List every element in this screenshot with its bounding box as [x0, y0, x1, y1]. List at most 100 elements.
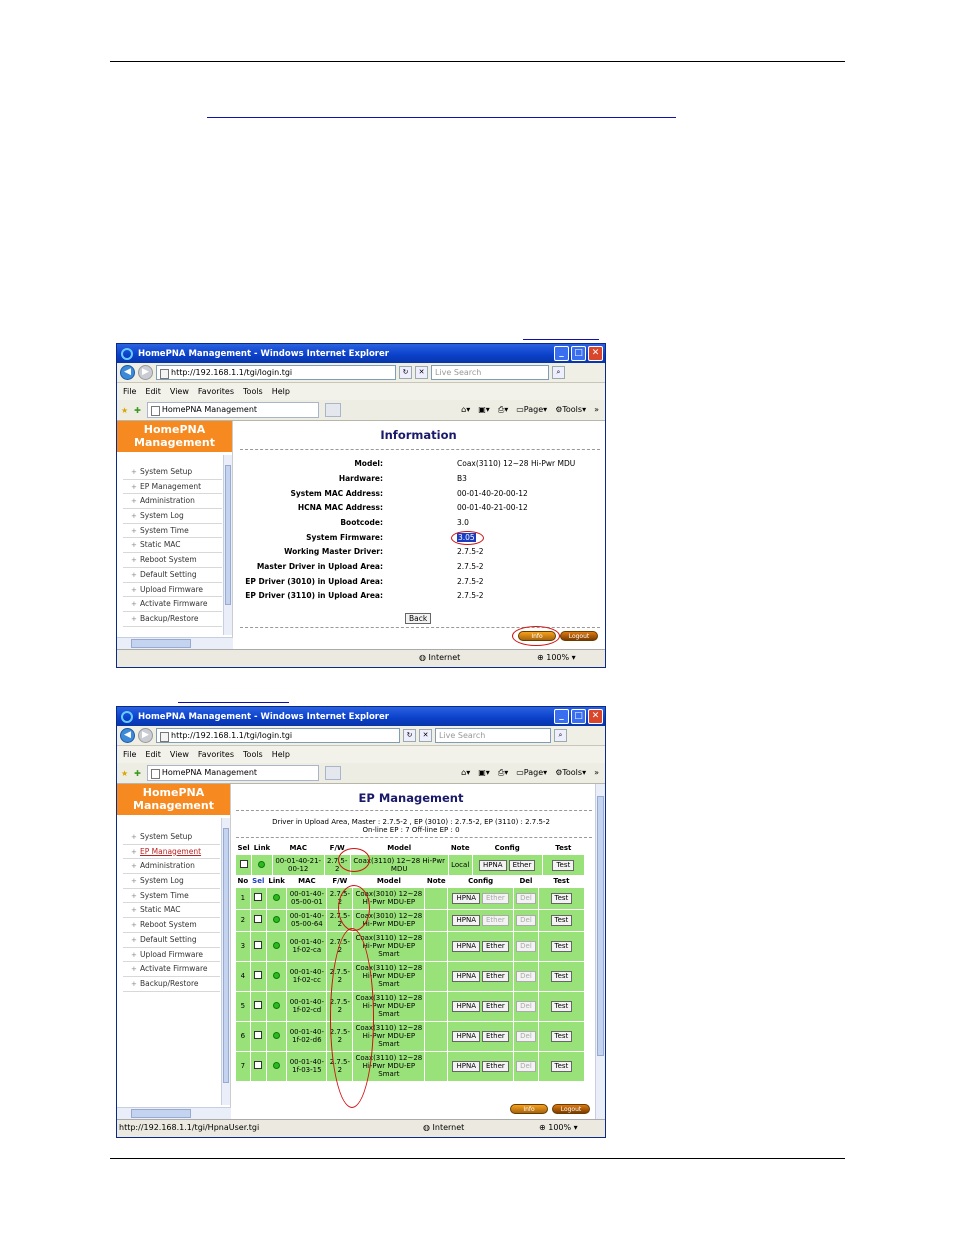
sidebar-hscrollbar[interactable]: [117, 1107, 231, 1119]
test-button[interactable]: Test: [550, 914, 573, 926]
hpna-config-button[interactable]: HPNA: [452, 1000, 480, 1012]
sidebar-item-system-log[interactable]: System Log: [123, 509, 222, 524]
sidebar-item-system-setup[interactable]: System Setup: [123, 465, 222, 480]
home-icon[interactable]: ⌂▾: [461, 405, 470, 415]
ether-config-button[interactable]: Ether: [482, 940, 509, 952]
page-menu[interactable]: ▭Page▾: [516, 405, 547, 415]
select-checkbox[interactable]: [254, 1001, 263, 1009]
sidebar-item-ep-management[interactable]: EP Management: [123, 480, 222, 495]
forward-arrow-icon[interactable]: ▶: [138, 365, 153, 380]
refresh-icon[interactable]: ↻: [399, 366, 412, 379]
hpna-config-button[interactable]: HPNA: [452, 1030, 480, 1042]
hpna-config-button[interactable]: HPNA: [452, 1060, 480, 1072]
sidebar-item-ep-management[interactable]: EP Management: [123, 845, 220, 860]
delete-button[interactable]: Del: [516, 970, 536, 982]
favorites-star-icon[interactable]: ★: [121, 406, 128, 415]
menu-help[interactable]: Help: [272, 387, 290, 396]
ether-config-button[interactable]: Ether: [482, 970, 509, 982]
ether-config-button[interactable]: Ether: [482, 1000, 509, 1012]
hpna-config-button[interactable]: HPNA: [452, 970, 480, 982]
feeds-icon[interactable]: ▣▾: [478, 405, 490, 415]
browser-tab[interactable]: HomePNA Management: [146, 402, 319, 418]
delete-button[interactable]: Del: [516, 914, 536, 926]
maximize-button[interactable]: □: [571, 709, 586, 724]
menu-view[interactable]: View: [170, 750, 189, 759]
info-button[interactable]: Info: [510, 1104, 548, 1114]
search-icon[interactable]: ⌕: [552, 366, 565, 379]
feeds-icon[interactable]: ▣▾: [478, 768, 490, 778]
select-checkbox[interactable]: [254, 1031, 263, 1039]
zoom-level[interactable]: ⊕ 100% ▾: [539, 1123, 578, 1132]
overflow-icon[interactable]: »: [594, 768, 599, 778]
print-icon[interactable]: ⎙▾: [498, 405, 508, 415]
sidebar-item-administration[interactable]: Administration: [123, 859, 220, 875]
ether-config-button[interactable]: Ether: [482, 1060, 509, 1072]
back-arrow-icon[interactable]: ◀: [120, 728, 135, 743]
menu-file[interactable]: File: [123, 387, 136, 396]
overflow-icon[interactable]: »: [594, 405, 599, 415]
delete-button[interactable]: Del: [516, 1060, 536, 1072]
select-checkbox[interactable]: [239, 860, 248, 868]
sidebar-item-activate-firmware[interactable]: Activate Firmware: [123, 962, 220, 977]
logout-button[interactable]: Logout: [560, 631, 598, 641]
favorites-star-icon[interactable]: ★: [121, 769, 128, 778]
sidebar-item-default-setting[interactable]: Default Setting: [123, 568, 222, 583]
sidebar-item-default-setting[interactable]: Default Setting: [123, 933, 220, 948]
page-menu[interactable]: ▭Page▾: [516, 768, 547, 778]
menu-tools[interactable]: Tools: [243, 750, 263, 759]
test-button[interactable]: Test: [552, 859, 575, 871]
close-button[interactable]: ✕: [588, 346, 603, 361]
logout-button[interactable]: Logout: [552, 1104, 590, 1114]
test-button[interactable]: Test: [550, 1030, 573, 1042]
select-checkbox[interactable]: [254, 941, 263, 949]
test-button[interactable]: Test: [550, 940, 573, 952]
zoom-level[interactable]: ⊕ 100% ▾: [537, 653, 576, 662]
sidebar-item-administration[interactable]: Administration: [123, 494, 222, 510]
menu-edit[interactable]: Edit: [145, 387, 161, 396]
tools-menu[interactable]: ⚙Tools▾: [555, 405, 586, 415]
sidebar-item-system-time[interactable]: System Time: [123, 889, 220, 904]
menu-tools[interactable]: Tools: [243, 387, 263, 396]
test-button[interactable]: Test: [550, 1060, 573, 1072]
stop-icon[interactable]: ✕: [415, 366, 428, 379]
sidebar-item-system-setup[interactable]: System Setup: [123, 830, 220, 845]
close-button[interactable]: ✕: [588, 709, 603, 724]
menu-help[interactable]: Help: [272, 750, 290, 759]
browser-tab[interactable]: HomePNA Management: [146, 765, 319, 781]
hpna-config-button[interactable]: HPNA: [452, 892, 480, 904]
select-checkbox[interactable]: [254, 971, 263, 979]
menu-favorites[interactable]: Favorites: [198, 387, 234, 396]
test-button[interactable]: Test: [550, 970, 573, 982]
minimize-button[interactable]: _: [554, 709, 569, 724]
stop-icon[interactable]: ✕: [419, 729, 432, 742]
back-button[interactable]: Back: [405, 613, 432, 624]
add-favorite-icon[interactable]: ✚: [134, 769, 141, 778]
sidebar-item-reboot-system[interactable]: Reboot System: [123, 553, 222, 568]
forward-arrow-icon[interactable]: ▶: [138, 728, 153, 743]
main-scrollbar[interactable]: [595, 784, 605, 1119]
test-button[interactable]: Test: [550, 1000, 573, 1012]
delete-button[interactable]: Del: [516, 940, 536, 952]
hpna-config-button[interactable]: HPNA: [479, 859, 507, 871]
test-button[interactable]: Test: [550, 892, 573, 904]
delete-button[interactable]: Del: [516, 1030, 536, 1042]
select-checkbox[interactable]: [254, 1061, 263, 1069]
menu-favorites[interactable]: Favorites: [198, 750, 234, 759]
sidebar-item-upload-firmware[interactable]: Upload Firmware: [123, 948, 220, 963]
sidebar-item-backup-restore[interactable]: Backup/Restore: [123, 977, 220, 992]
url-input[interactable]: http://192.168.1.1/tgi/login.tgi: [156, 728, 400, 743]
search-input[interactable]: Live Search: [431, 365, 549, 380]
menu-view[interactable]: View: [170, 387, 189, 396]
home-icon[interactable]: ⌂▾: [461, 768, 470, 778]
sidebar-hscrollbar[interactable]: [117, 637, 233, 649]
refresh-icon[interactable]: ↻: [403, 729, 416, 742]
hpna-config-button[interactable]: HPNA: [452, 914, 480, 926]
url-input[interactable]: http://192.168.1.1/tgi/login.tgi: [156, 365, 396, 380]
sidebar-item-activate-firmware[interactable]: Activate Firmware: [123, 597, 222, 612]
add-favorite-icon[interactable]: ✚: [134, 406, 141, 415]
tools-menu[interactable]: ⚙Tools▾: [555, 768, 586, 778]
sidebar-item-reboot-system[interactable]: Reboot System: [123, 918, 220, 933]
sidebar-scrollbar[interactable]: [223, 455, 232, 635]
search-input[interactable]: Live Search: [435, 728, 551, 743]
maximize-button[interactable]: □: [571, 346, 586, 361]
